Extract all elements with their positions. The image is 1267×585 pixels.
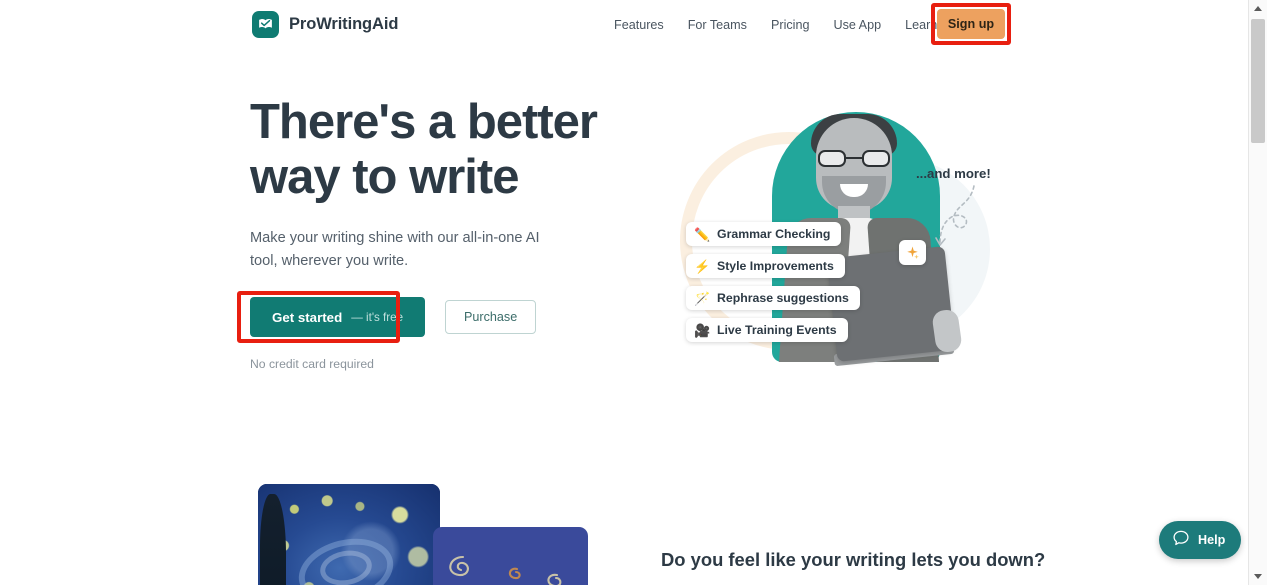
no-credit-card-note: No credit card required (250, 357, 374, 371)
site-header: ProWritingAid Features For Teams Pricing… (0, 0, 1248, 49)
dashed-arrow-icon (935, 185, 975, 246)
brand-name: ProWritingAid (289, 15, 399, 33)
glasses-lens-left (818, 150, 846, 167)
nav-link-features[interactable]: Features (602, 12, 676, 38)
help-widget-button[interactable]: Help (1159, 521, 1242, 559)
purchase-button[interactable]: Purchase (445, 300, 537, 334)
hero-subheadline: Make your writing shine with our all-in-… (250, 230, 540, 269)
section-heading: Do you feel like your writing lets you d… (661, 549, 1046, 570)
headline-line-1: There's a better (250, 95, 598, 149)
signup-button-area: Sign up (931, 3, 1011, 45)
get-started-button[interactable]: Get started — it's free (250, 297, 426, 337)
blue-doodle-artwork-card[interactable] (433, 527, 588, 585)
get-started-label: Get started (272, 309, 343, 325)
get-started-free-suffix: — it's free (351, 310, 404, 324)
doodle-spirals (449, 555, 562, 585)
feature-chip-label: Grammar Checking (717, 227, 831, 241)
pencil-icon: ✏️ (694, 226, 711, 242)
sign-up-button[interactable]: Sign up (937, 9, 1005, 39)
glasses-icon (818, 150, 890, 167)
and-more-callout: ...and more! (916, 166, 991, 181)
scrollbar-thumb[interactable] (1251, 19, 1265, 143)
feature-chip-grammar-checking[interactable]: ✏️ Grammar Checking (686, 222, 842, 246)
help-widget-label: Help (1198, 533, 1226, 547)
nav-link-pricing[interactable]: Pricing (759, 12, 822, 38)
chat-bubble-icon (1172, 529, 1190, 552)
feature-chip-style-improvements[interactable]: ⚡ Style Improvements (686, 254, 845, 278)
vertical-scrollbar[interactable] (1248, 0, 1267, 585)
magic-wand-icon: 🪄 (694, 290, 711, 306)
hero-copy: There's a better way to write Make your … (250, 95, 610, 273)
headline-line-2: way to write (250, 150, 519, 204)
browser-page: ProWritingAid Features For Teams Pricing… (0, 0, 1267, 585)
feature-chip-label: Style Improvements (717, 259, 834, 273)
nav-link-use-app[interactable]: Use App (821, 12, 893, 38)
hero-cta-row: Get started — it's free Purchase (250, 297, 537, 337)
glasses-lens-right (862, 150, 890, 167)
video-camera-icon: 🎥 (694, 322, 711, 338)
sparkles-icon (899, 240, 926, 265)
feature-chip-label: Rephrase suggestions (717, 291, 849, 305)
chevron-up-icon[interactable] (1249, 0, 1267, 17)
starry-night-artwork-card[interactable] (258, 484, 440, 585)
chevron-down-icon[interactable] (1249, 568, 1267, 585)
feature-chip-rephrase-suggestions[interactable]: 🪄 Rephrase suggestions (686, 286, 860, 310)
page-viewport: ProWritingAid Features For Teams Pricing… (0, 0, 1248, 585)
brand-logo[interactable]: ProWritingAid (252, 11, 398, 38)
lightning-bolt-icon: ⚡ (694, 258, 711, 274)
page-title: There's a better way to write (250, 95, 610, 205)
nav-link-for-teams[interactable]: For Teams (676, 12, 759, 38)
feature-chip-list: ✏️ Grammar Checking ⚡ Style Improvements… (686, 222, 860, 342)
hero-illustration: ✏️ Grammar Checking ⚡ Style Improvements… (640, 100, 1040, 375)
feature-chip-live-training-events[interactable]: 🎥 Live Training Events (686, 318, 848, 342)
glasses-bridge (846, 157, 862, 160)
feature-chip-label: Live Training Events (717, 323, 837, 337)
book-check-icon (252, 11, 279, 38)
